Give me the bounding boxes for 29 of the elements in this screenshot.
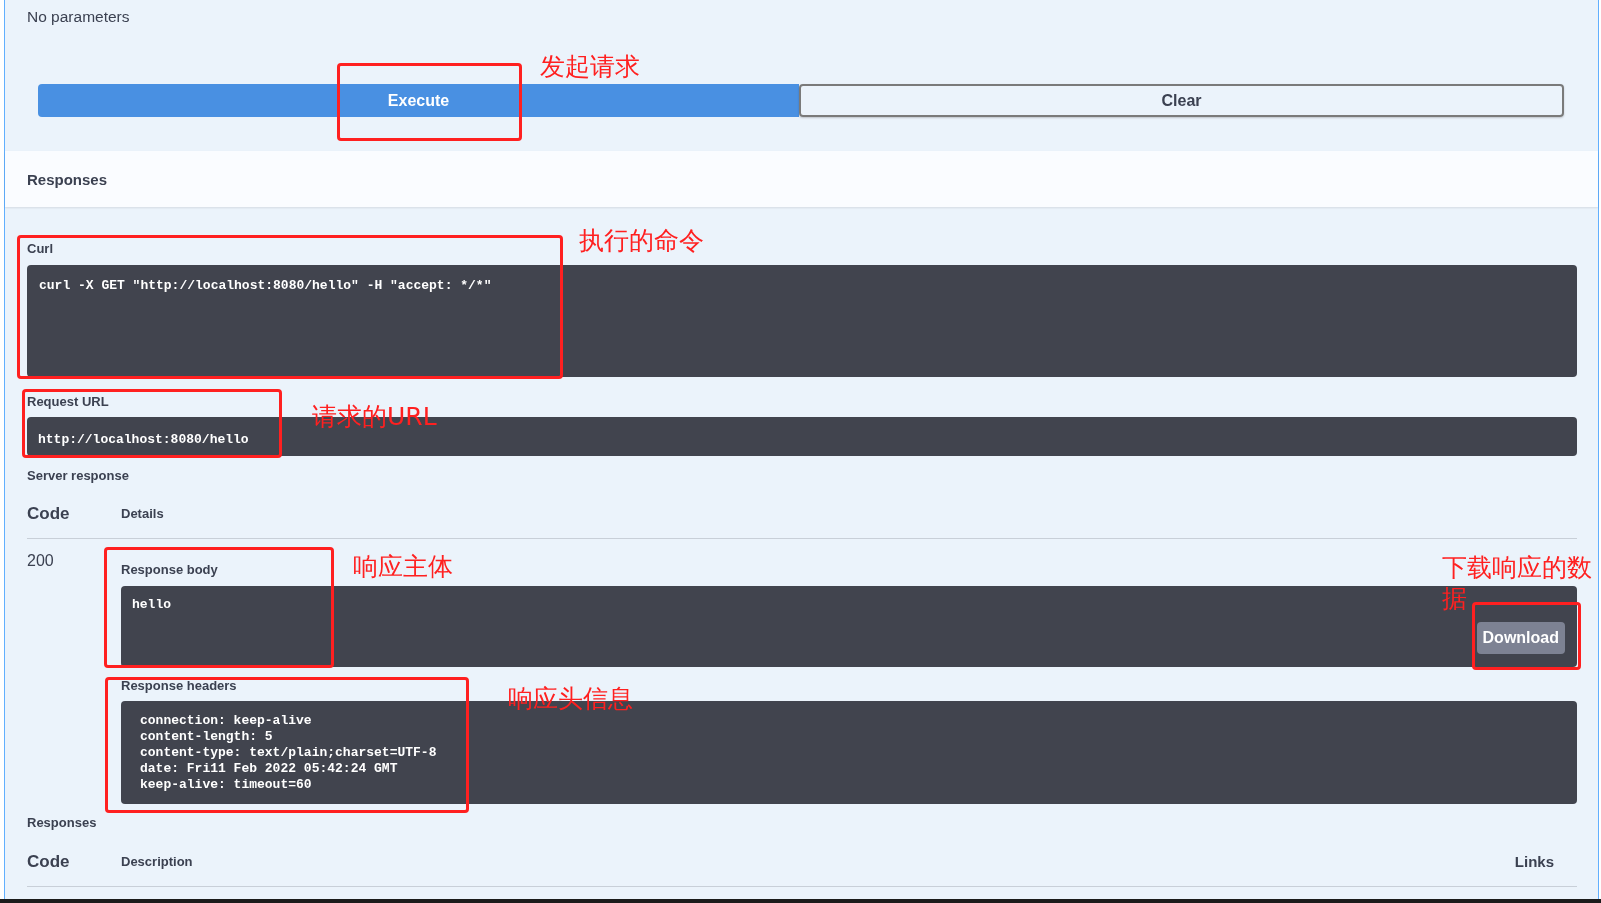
- column-header: Code: [27, 504, 70, 524]
- annotation-text: 下载响应的数据: [1442, 552, 1593, 614]
- column-header: Details: [121, 506, 164, 522]
- header-line: content-length: 5: [140, 729, 273, 745]
- curl-label: Curl: [27, 241, 53, 257]
- response-headers-label: Response headers: [121, 678, 237, 694]
- clear-button[interactable]: Clear: [799, 84, 1564, 117]
- header-line: date: Fri11 Feb 2022 05:42:24 GMT: [140, 761, 398, 777]
- status-code: 200: [27, 551, 54, 571]
- header-line: connection: keep-alive: [140, 713, 312, 729]
- download-button[interactable]: Download: [1476, 622, 1565, 654]
- response-body-text: hello: [132, 597, 171, 613]
- column-header: Code: [27, 852, 70, 872]
- header-line: content-type: text/plain;charset=UTF-8: [140, 745, 437, 761]
- request-url-label: Request URL: [27, 394, 109, 410]
- annotation-text: 发起请求: [540, 52, 640, 82]
- annotation-text: 执行的命令: [579, 226, 704, 256]
- request-url-text: http://localhost:8080/hello: [38, 432, 249, 447]
- response-body-label: Response body: [121, 562, 218, 578]
- annotation-text: 响应主体: [353, 552, 453, 582]
- section-title: Responses: [27, 170, 108, 188]
- parameters-message: No parameters: [27, 7, 130, 27]
- curl-command: curl -X GET "http://localhost:8080/hello" -H "accept: */*": [39, 278, 492, 293]
- responses-label: Responses: [27, 815, 97, 831]
- server-response-label: Server response: [27, 468, 129, 484]
- column-header: Description: [121, 854, 193, 870]
- header-line: keep-alive: timeout=60: [140, 777, 312, 793]
- execute-button[interactable]: Execute: [38, 84, 799, 117]
- column-header: Links: [1514, 854, 1554, 870]
